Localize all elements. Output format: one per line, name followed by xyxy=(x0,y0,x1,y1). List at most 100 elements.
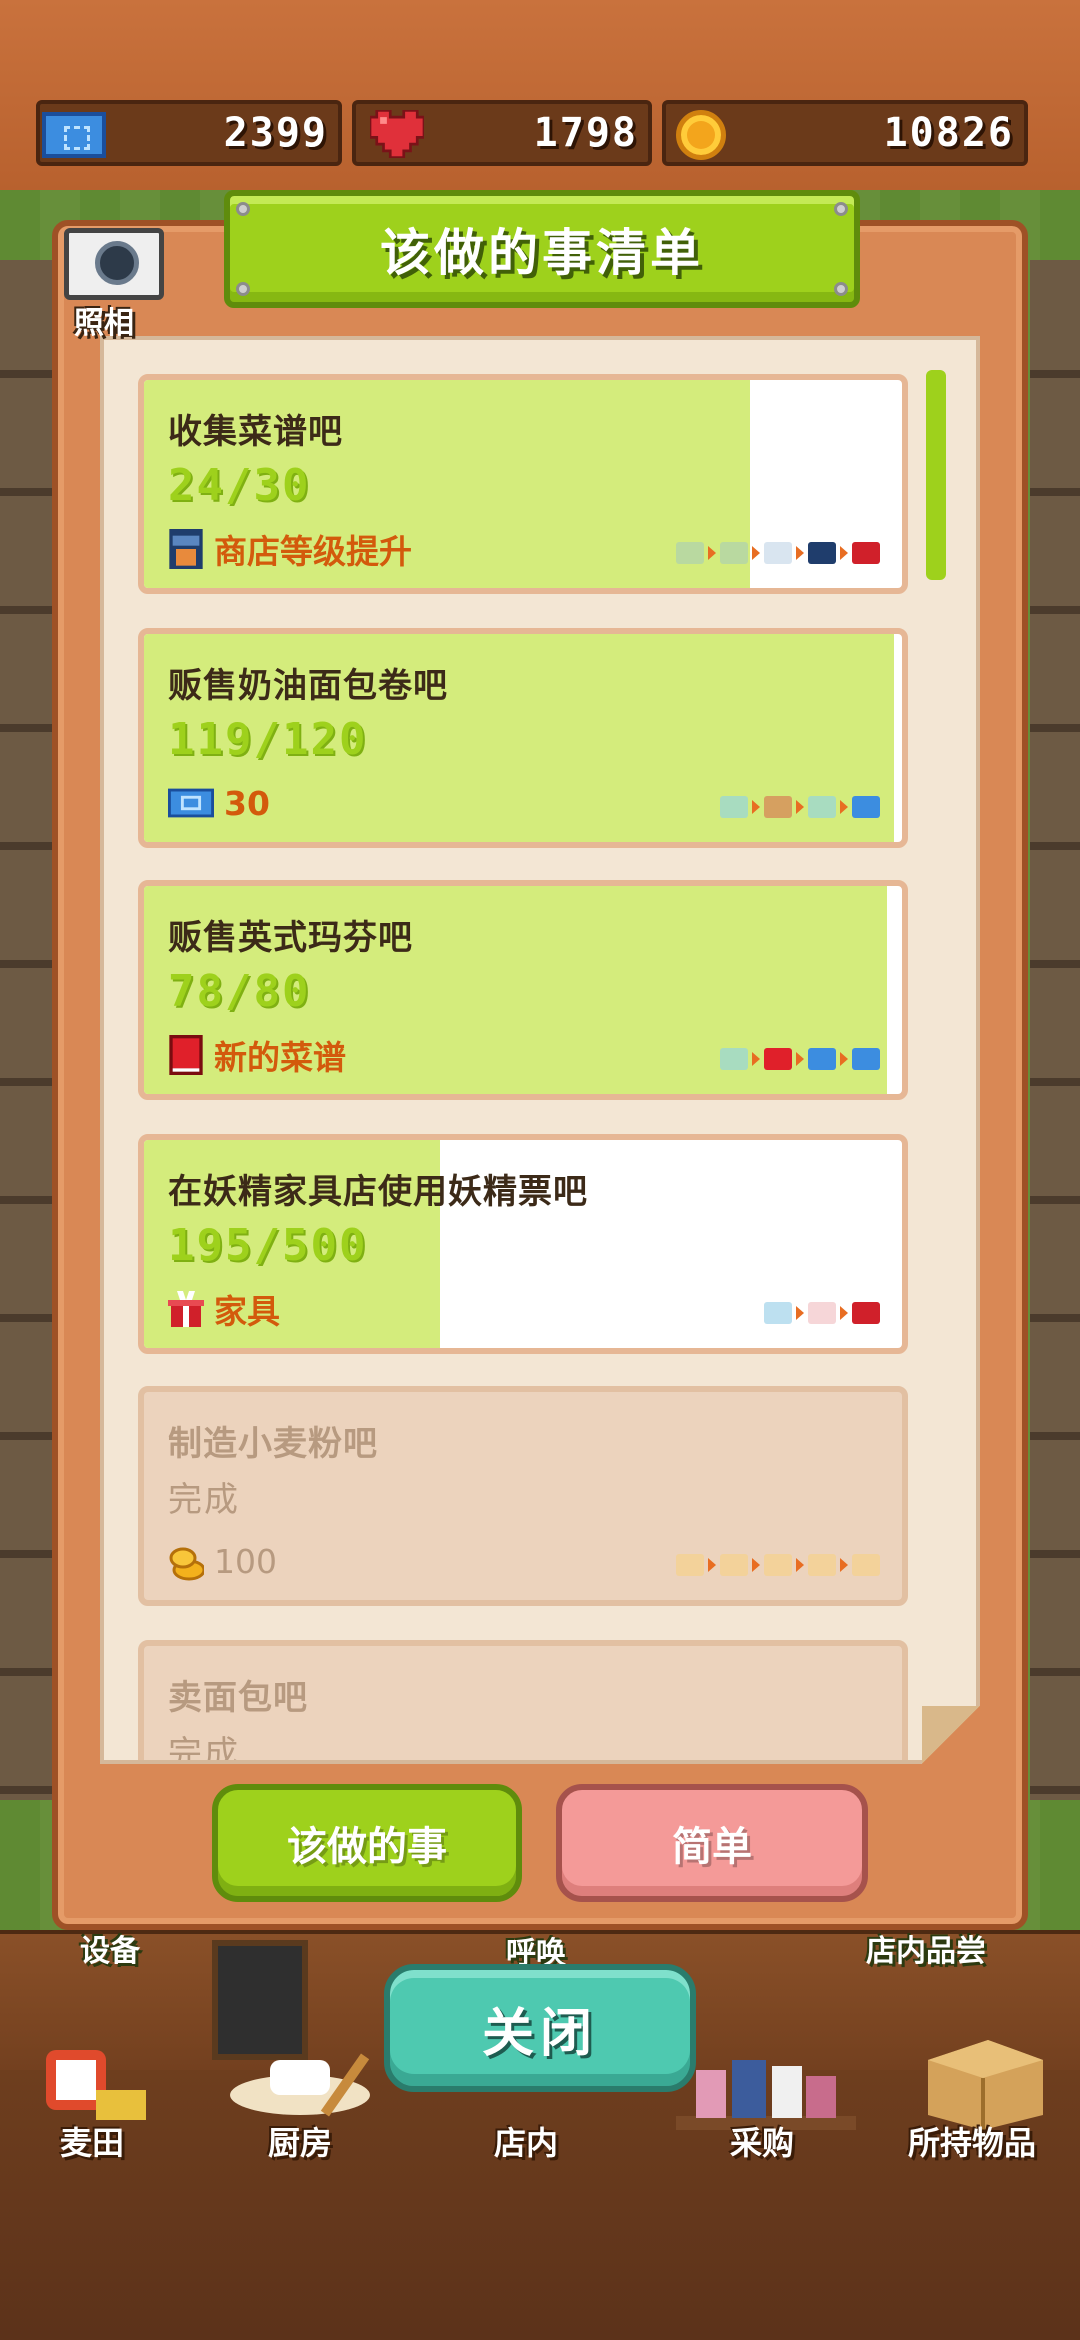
task-progress: 195/500 xyxy=(168,1220,368,1271)
task-reward-label: 商店等级提升 xyxy=(214,532,412,571)
nav-store-label[interactable]: 店内 xyxy=(494,2118,558,2164)
ticket-icon xyxy=(38,106,108,162)
chain-arrow-icon xyxy=(752,546,760,560)
chain-arrow-icon xyxy=(796,800,804,814)
kitchen-icon[interactable] xyxy=(220,2040,380,2130)
chain-arrow-icon xyxy=(840,800,848,814)
chain-arrow-icon xyxy=(796,1306,804,1320)
chain-arrow-icon xyxy=(708,546,716,560)
camera-button[interactable]: 照相 xyxy=(64,228,170,341)
chain-step-icon xyxy=(676,542,704,564)
chain-arrow-icon xyxy=(752,800,760,814)
nav-kitchen-label[interactable]: 厨房 xyxy=(268,2118,332,2164)
task-card[interactable]: 在妖精家具店使用妖精票吧 195/500 家具 xyxy=(138,1134,908,1354)
reward-chain xyxy=(676,1554,880,1576)
chain-step-icon xyxy=(808,1048,836,1070)
heart-counter: 1798 xyxy=(352,100,652,166)
chain-step-icon xyxy=(808,1554,836,1576)
tab-simple-label: 简单 xyxy=(672,1824,752,1870)
reward-chain xyxy=(764,1302,880,1324)
task-title: 卖面包吧 xyxy=(168,1678,308,1718)
wheat-field-icon[interactable] xyxy=(36,2030,156,2130)
camera-label: 照相 xyxy=(74,306,134,341)
coin-icon xyxy=(676,110,726,160)
chain-step-icon xyxy=(720,542,748,564)
reward-chain xyxy=(676,542,880,564)
background-wall-right xyxy=(1030,260,1080,1800)
task-card[interactable]: 制造小麦粉吧 完成 100 xyxy=(138,1386,908,1606)
reward-chain xyxy=(720,796,880,818)
chain-step-icon xyxy=(764,1048,792,1070)
chain-arrow-icon xyxy=(708,1558,716,1572)
chain-step-icon xyxy=(764,796,792,818)
shop-icon xyxy=(169,529,203,569)
task-reward-label: 100 xyxy=(214,1541,277,1581)
tab-todo-label: 该做的事 xyxy=(287,1824,447,1870)
panel-title-banner: 该做的事清单 xyxy=(224,190,860,308)
task-card[interactable]: 收集菜谱吧 24/30 商店等级提升 xyxy=(138,374,908,594)
chain-arrow-icon xyxy=(752,1052,760,1066)
task-list[interactable]: 收集菜谱吧 24/30 商店等级提升 贩售奶油面包卷吧 119/120 30 贩售英式玛芬吧… xyxy=(100,336,980,1764)
tab-simple[interactable]: 简单 xyxy=(556,1784,868,1902)
background-wall-left xyxy=(0,260,60,1800)
panel-title: 该做的事清单 xyxy=(380,224,704,282)
nav-purchase-label[interactable]: 采购 xyxy=(730,2118,794,2164)
resource-bar: 2399 1798 10826 xyxy=(36,100,1036,166)
chain-arrow-icon xyxy=(796,546,804,560)
equipment-label[interactable]: 设备 xyxy=(80,1926,140,1970)
chain-arrow-icon xyxy=(840,1558,848,1572)
heart-icon xyxy=(370,110,424,158)
heart-count: 1798 xyxy=(533,110,638,156)
task-progress: 24/30 xyxy=(168,460,311,511)
ticket-count: 2399 xyxy=(223,110,328,156)
inventory-box-icon[interactable] xyxy=(918,2030,1048,2130)
task-progress: 完成 xyxy=(168,1480,240,1520)
reward-chain xyxy=(720,1048,880,1070)
task-title: 收集菜谱吧 xyxy=(168,412,343,452)
recipe-book-icon xyxy=(169,1035,203,1075)
tasting-label[interactable]: 店内品尝 xyxy=(866,1926,986,1970)
chain-arrow-icon xyxy=(840,1052,848,1066)
nav-field-label[interactable]: 麦田 xyxy=(60,2118,124,2164)
task-card[interactable]: 卖面包吧 完成 xyxy=(138,1640,908,1764)
tab-todo[interactable]: 该做的事 xyxy=(212,1784,522,1902)
task-title: 制造小麦粉吧 xyxy=(168,1424,378,1464)
task-list-scrollbar[interactable] xyxy=(926,370,946,580)
task-card[interactable]: 贩售奶油面包卷吧 119/120 30 xyxy=(138,628,908,848)
coin-counter: 10826 xyxy=(662,100,1028,166)
coin-count: 10826 xyxy=(883,110,1014,156)
gift-icon xyxy=(168,1291,204,1327)
paper-corner-fold xyxy=(922,1706,980,1764)
purchase-icon[interactable] xyxy=(676,2036,856,2130)
ticket-icon xyxy=(168,788,214,818)
rivet-icon xyxy=(236,202,250,216)
chain-step-icon xyxy=(852,1554,880,1576)
chain-step-icon xyxy=(720,796,748,818)
rivet-icon xyxy=(236,282,250,296)
ticket-counter: 2399 xyxy=(36,100,342,166)
chain-arrow-icon xyxy=(796,1558,804,1572)
task-progress: 完成 xyxy=(168,1734,240,1764)
close-label: 关闭 xyxy=(481,2003,598,2064)
chain-step-icon xyxy=(764,1554,792,1576)
chain-step-icon xyxy=(852,1302,880,1324)
nav-inventory-label[interactable]: 所持物品 xyxy=(908,2118,1036,2164)
task-card[interactable]: 贩售英式玛芬吧 78/80 新的菜谱 xyxy=(138,880,908,1100)
task-title: 在妖精家具店使用妖精票吧 xyxy=(168,1172,588,1212)
coin-stack-icon xyxy=(169,1547,204,1581)
chain-step-icon xyxy=(852,542,880,564)
task-reward-label: 新的菜谱 xyxy=(214,1038,346,1077)
chain-arrow-icon xyxy=(840,546,848,560)
chain-arrow-icon xyxy=(796,1052,804,1066)
task-title: 贩售英式玛芬吧 xyxy=(168,918,413,958)
rivet-icon xyxy=(834,282,848,296)
close-button[interactable]: 关闭 xyxy=(384,1964,696,2092)
chain-step-icon xyxy=(764,542,792,564)
chain-step-icon xyxy=(808,796,836,818)
task-title: 贩售奶油面包卷吧 xyxy=(168,666,448,706)
chain-arrow-icon xyxy=(752,1558,760,1572)
chain-step-icon xyxy=(808,1302,836,1324)
rivet-icon xyxy=(834,202,848,216)
chain-step-icon xyxy=(808,542,836,564)
task-progress: 119/120 xyxy=(168,714,368,765)
